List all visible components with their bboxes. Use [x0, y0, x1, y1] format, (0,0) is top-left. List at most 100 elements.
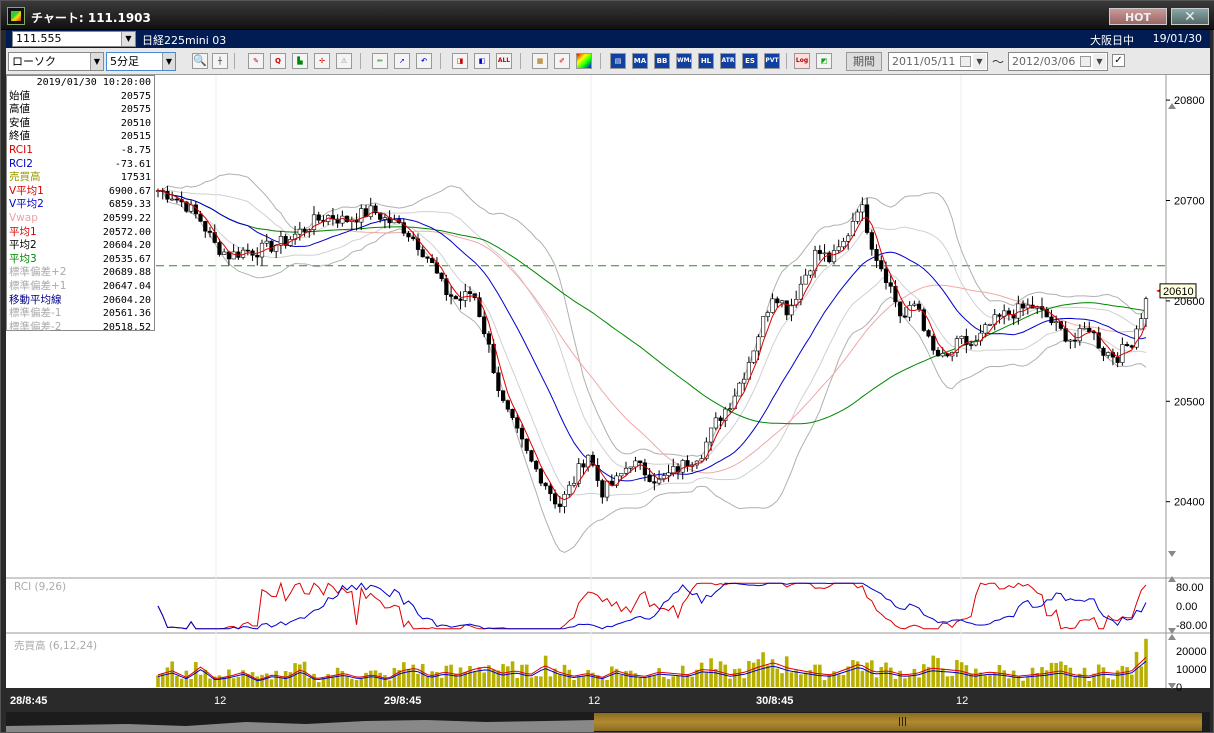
candle-body	[203, 221, 208, 232]
x-axis-label: 12	[588, 695, 600, 707]
interval-select[interactable]: 5分足 ▼	[106, 52, 176, 71]
chevron-down-icon[interactable]: ▼	[121, 32, 135, 46]
volume-bar	[756, 659, 761, 687]
title-bar[interactable]: チャート: 111.1903 HOT ✕	[1, 1, 1214, 30]
volume-bar	[477, 666, 482, 687]
candle-body	[770, 298, 775, 313]
hot-button[interactable]: HOT	[1109, 8, 1167, 25]
candle-body	[1115, 356, 1120, 363]
x-axis-label: 12	[214, 695, 226, 707]
volume-bar	[638, 677, 642, 687]
candle-body	[382, 217, 388, 220]
scroll-up-icon	[1168, 576, 1176, 582]
candle-body	[340, 215, 345, 224]
chevron-down-icon[interactable]: ▼	[1093, 54, 1106, 69]
hl-button[interactable]: HL	[698, 53, 714, 69]
volume-bar	[1035, 672, 1040, 687]
candle-body	[486, 333, 492, 345]
candle-body	[1020, 303, 1026, 309]
cross-icon[interactable]: ✢	[314, 53, 330, 69]
wma-button[interactable]: WMA	[676, 53, 692, 69]
info-row-value: 20599.22	[102, 212, 151, 224]
candle-body	[1143, 298, 1149, 319]
candle-body	[685, 460, 690, 467]
candle-icon[interactable]: ◨	[452, 53, 468, 69]
x-axis-label: 29/8:45	[384, 695, 421, 707]
log-button[interactable]: Log	[794, 53, 810, 69]
settings-icon[interactable]: ◩	[816, 53, 832, 69]
calendar-icon[interactable]	[1080, 56, 1091, 67]
chart-canvas[interactable]: 20800207002060020500204002061080.000.00-…	[6, 75, 1210, 712]
info-row-value: 20518.52	[102, 321, 151, 333]
date-from-field[interactable]: 2011/05/11 ▼	[888, 52, 988, 71]
volume-bar	[1073, 677, 1077, 687]
candle-body	[902, 315, 908, 318]
rci-tick-label: 0.00	[1176, 601, 1197, 613]
zoom-icon[interactable]: 🔍	[192, 53, 208, 69]
info-row: Vwap 20599.22	[7, 212, 154, 226]
info-row: 標準偏差-2 20518.52	[7, 321, 154, 335]
line-icon[interactable]: ▙	[292, 53, 308, 69]
info-row-value: -8.75	[120, 144, 151, 156]
candle-body	[661, 475, 666, 479]
pencil-icon[interactable]: ✏	[372, 53, 388, 69]
info-row: 標準偏差+1 20647.04	[7, 280, 154, 294]
info-row-value: 20572.00	[102, 226, 151, 238]
chevron-down-icon[interactable]: ▼	[162, 53, 175, 70]
candle-body	[316, 214, 321, 221]
candle-body	[817, 250, 822, 254]
candle-body	[264, 240, 269, 244]
period-checkbox[interactable]: ✓	[1112, 54, 1125, 67]
volume-tick-label: 10000	[1176, 664, 1207, 676]
candle-body	[846, 235, 851, 242]
date-to-field[interactable]: 2012/03/06 ▼	[1008, 52, 1108, 71]
volume-bar	[217, 675, 222, 687]
volume-tick-label: 20000	[1176, 646, 1207, 658]
period-button[interactable]: 期間	[846, 52, 882, 71]
candle-body	[581, 463, 586, 468]
volume-bar	[1068, 667, 1073, 687]
candle-body	[467, 291, 473, 294]
market-date: 19/01/30	[1152, 32, 1202, 45]
candle-body	[1016, 303, 1021, 319]
grid-icon[interactable]: ▦	[532, 53, 548, 69]
time-scrollbar[interactable]: |||	[6, 712, 1210, 732]
bb-button[interactable]: BB	[654, 53, 670, 69]
warning-icon[interactable]: ⚠	[336, 53, 352, 69]
chart-type-select[interactable]: ローソク ▼	[8, 52, 104, 71]
pointer-icon[interactable]: ➚	[394, 53, 410, 69]
indicator-icon[interactable]: ▤	[610, 53, 626, 69]
volume-bar	[732, 669, 737, 687]
candle-blue-icon[interactable]: ◧	[474, 53, 490, 69]
calendar-icon[interactable]	[960, 56, 971, 67]
chart-area[interactable]: 20800 20700 20600 20500 20400 20610 80.00 0.00-…	[6, 75, 1210, 712]
ma-button[interactable]: MA	[632, 53, 648, 69]
candle-body	[765, 312, 770, 317]
candle-body	[1063, 328, 1068, 342]
symbol-input[interactable]: 111.555 ▼	[12, 31, 136, 47]
brush-icon[interactable]: ✐	[554, 53, 570, 69]
all-icon[interactable]: ALL	[496, 53, 512, 69]
es-button[interactable]: ES	[742, 53, 758, 69]
search-chart-icon[interactable]: Q	[270, 53, 286, 69]
candle-body	[671, 466, 676, 474]
candle-body	[1124, 344, 1130, 346]
volume-bar	[1106, 678, 1110, 687]
candle-body	[737, 382, 742, 397]
undo-icon[interactable]: ↶	[416, 53, 432, 69]
crosshair-icon[interactable]: ┼	[212, 53, 228, 69]
chevron-down-icon[interactable]: ▼	[973, 54, 986, 69]
chevron-down-icon[interactable]: ▼	[90, 53, 103, 70]
info-row-value: 20575	[120, 104, 151, 116]
volume-bar	[865, 662, 869, 687]
info-row: 終値 20515	[7, 130, 154, 144]
volume-bar	[794, 670, 798, 687]
volume-bar	[978, 672, 983, 687]
close-button[interactable]: ✕	[1171, 8, 1209, 25]
volume-bar	[208, 678, 212, 687]
color-icon[interactable]	[576, 53, 592, 69]
volume-bar	[231, 678, 236, 687]
pvt-button[interactable]: PVT	[764, 53, 780, 69]
atr-button[interactable]: ATR	[720, 53, 736, 69]
draw-icon[interactable]: ✎	[248, 53, 264, 69]
